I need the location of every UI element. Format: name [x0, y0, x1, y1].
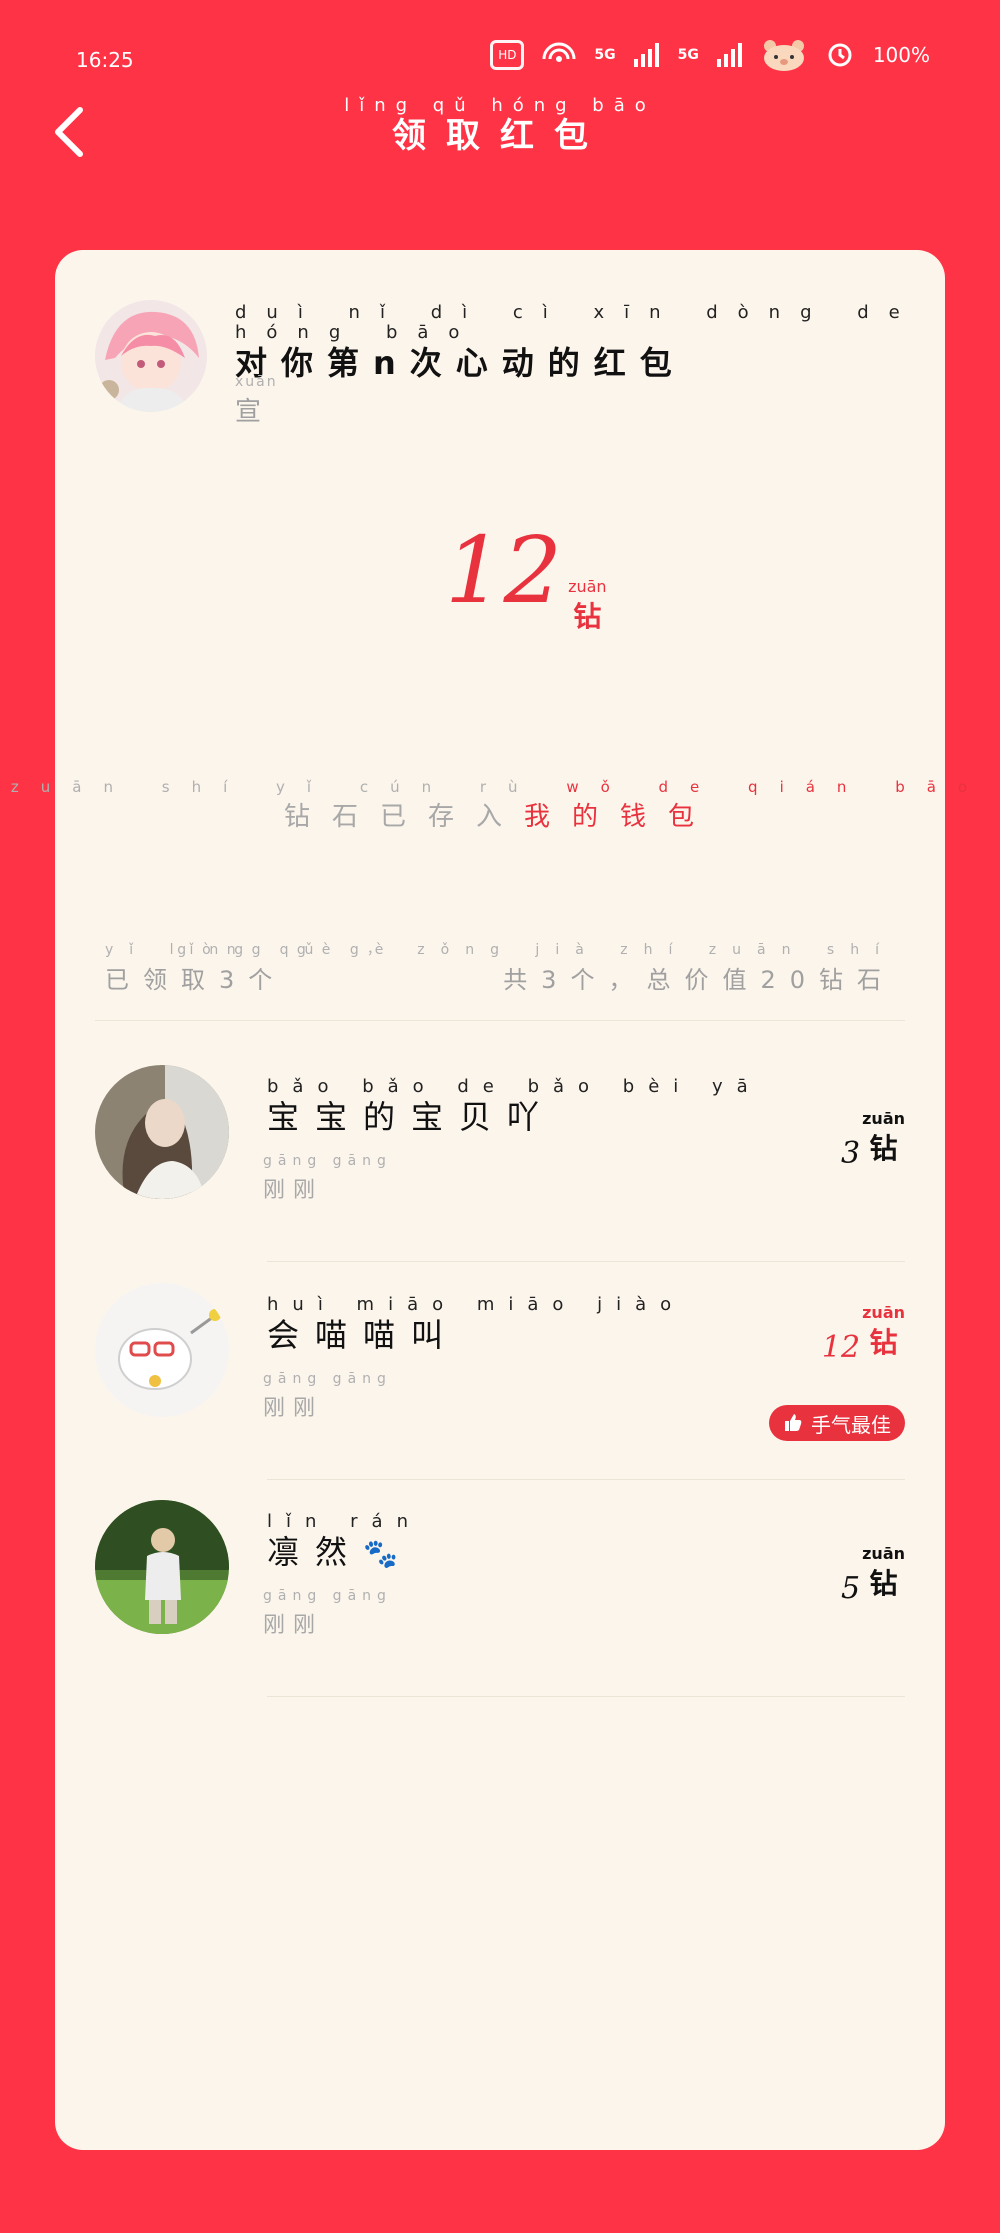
divider — [267, 1479, 905, 1480]
signal-icon-2 — [716, 43, 742, 67]
received-unit-pinyin: zuān — [568, 577, 607, 596]
paw-icon: 🐾 — [363, 1537, 398, 1570]
sender-name-text: 宣 — [235, 397, 262, 427]
list-item-amount: 5 zuān 钻 — [841, 1544, 905, 1606]
received-amount: 12 zuān 钻 — [445, 525, 607, 637]
wallet-link[interactable]: 我的钱包 — [524, 802, 716, 832]
status-time: 16:25 — [76, 48, 134, 72]
avatar — [95, 1065, 229, 1199]
packet-title-pinyin: duì nǐ dì cì xīn dòng de hóng bāo — [235, 302, 920, 343]
list-item-name: huì miāo miāo jiào 会喵喵叫 — [267, 1294, 686, 1355]
list-item-time: gāng gāng 刚刚 — [263, 1588, 392, 1638]
packet-title-text: 对你第n次心动的红包 — [235, 344, 686, 382]
divider — [267, 1261, 905, 1262]
list-item-name: lǐn rán 凛然🐾 — [267, 1511, 422, 1572]
bear-icon — [763, 40, 804, 71]
divider — [267, 1696, 905, 1697]
total-summary-pinyin: gòng gè ， zǒng jià zhí zuān shí — [177, 942, 895, 958]
stored-pinyin-1: zuān shí yǐ cún rù — [10, 778, 540, 796]
list-item-time: gāng gāng 刚刚 — [263, 1153, 392, 1203]
sender-name-pinyin: xuān — [235, 374, 278, 390]
hd-icon: HD — [490, 40, 525, 70]
received-amount-unit: zuān 钻 — [568, 577, 606, 637]
total-summary: gòng gè ， zǒng jià zhí zuān shí 共3个，总价值2… — [177, 940, 895, 1000]
avatar — [95, 1500, 229, 1634]
stored-message: zuān shí yǐ cún rù wǒ de qián bāo 钻石已存入我… — [0, 777, 1000, 837]
sender-avatar[interactable] — [95, 300, 207, 412]
best-luck-label: 手气最佳 — [811, 1412, 891, 1437]
divider — [95, 1020, 905, 1021]
page-title: lǐng qǔ hóng bāo 领取红包 — [300, 95, 700, 157]
status-icons: HD 5G 5G 100% — [490, 38, 930, 72]
received-unit-text: 钻 — [573, 600, 602, 633]
list-item-time: gāng gāng 刚刚 — [263, 1371, 392, 1421]
thumbs-up-icon — [785, 1414, 802, 1431]
page-title-pinyin: lǐng qǔ hóng bāo — [344, 95, 656, 116]
list-item[interactable]: lǐn rán 凛然🐾 gāng gāng 刚刚 5 zuān 钻 — [95, 1500, 905, 1710]
list-item[interactable]: huì miāo miāo jiào 会喵喵叫 gāng gāng 刚刚 12 … — [95, 1283, 905, 1493]
signal-icon-1 — [633, 43, 659, 67]
list-item-amount: 12 zuān 钻 — [821, 1303, 905, 1365]
back-button[interactable] — [50, 102, 90, 162]
network-5g-1: 5G — [594, 47, 616, 63]
page-title-text: 领取红包 — [392, 116, 608, 156]
list-item[interactable]: bǎo bǎo de bǎo bèi yā 宝宝的宝贝吖 gāng gāng 刚… — [95, 1065, 905, 1275]
network-5g-2: 5G — [677, 47, 699, 63]
avatar — [95, 1283, 229, 1417]
hotspot-icon — [542, 42, 576, 62]
total-summary-text: 共3个，总价值20钻石 — [503, 966, 895, 994]
stored-pinyin-2: wǒ de qián bāo — [566, 778, 990, 796]
list-item-amount: 3 zuān 钻 — [841, 1109, 905, 1171]
sender-name: xuān 宣 — [235, 372, 278, 432]
alarm-icon — [828, 43, 852, 67]
packet-title: duì nǐ dì cì xīn dòng de hóng bāo 对你第n次心… — [235, 303, 1000, 383]
best-luck-badge: 手气最佳 — [769, 1405, 905, 1441]
received-amount-value: 12 — [445, 517, 563, 624]
battery-percent: 100% — [872, 43, 930, 67]
list-item-name: bǎo bǎo de bǎo bèi yā 宝宝的宝贝吖 — [267, 1076, 762, 1137]
stored-text-1: 钻石已存入 — [283, 802, 524, 832]
chevron-left-icon — [55, 107, 83, 157]
